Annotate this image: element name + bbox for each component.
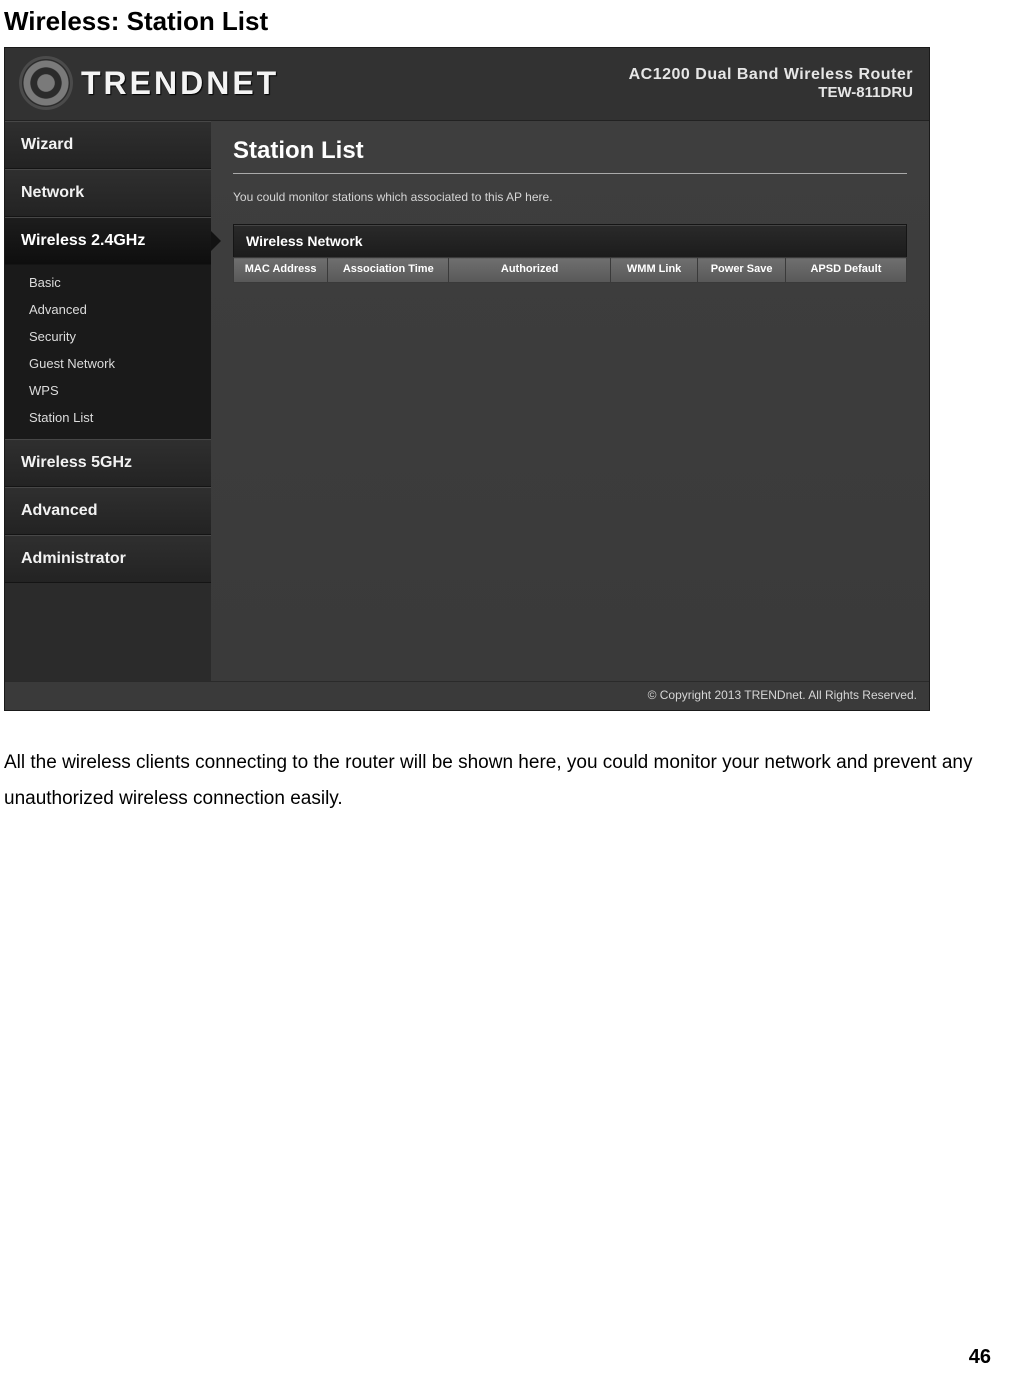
- col-authorized: Authorized: [449, 258, 611, 283]
- subnav-basic[interactable]: Basic: [5, 269, 211, 296]
- main-panel: Station List You could monitor stations …: [211, 121, 929, 681]
- nav-network[interactable]: Network: [5, 169, 211, 217]
- copyright-footer: © Copyright 2013 TRENDnet. All Rights Re…: [5, 681, 929, 710]
- nav-wireless-24[interactable]: Wireless 2.4GHz: [5, 217, 211, 265]
- product-name: AC1200 Dual Band Wireless Router: [629, 66, 913, 84]
- table-header-row: MAC Address Association Time Authorized …: [234, 258, 907, 283]
- page-description: You could monitor stations which associa…: [233, 190, 907, 204]
- table-section-header: Wireless Network: [233, 224, 907, 257]
- col-association-time: Association Time: [328, 258, 449, 283]
- subnav-station-list[interactable]: Station List: [5, 404, 211, 431]
- col-power-save: Power Save: [698, 258, 785, 283]
- divider: [233, 173, 907, 174]
- nav-administrator[interactable]: Administrator: [5, 535, 211, 583]
- router-ui-screenshot: TRENDNET AC1200 Dual Band Wireless Route…: [4, 47, 930, 711]
- nav-wizard[interactable]: Wizard: [5, 121, 211, 169]
- col-apsd-default: APSD Default: [785, 258, 906, 283]
- product-id: AC1200 Dual Band Wireless Router TEW-811…: [629, 66, 913, 101]
- subnav-security[interactable]: Security: [5, 323, 211, 350]
- station-list-table: MAC Address Association Time Authorized …: [233, 257, 907, 283]
- col-wmm-link: WMM Link: [610, 258, 697, 283]
- sidebar: Wizard Network Wireless 2.4GHz Basic Adv…: [5, 121, 211, 681]
- product-model: TEW-811DRU: [629, 84, 913, 101]
- doc-explanation: All the wireless clients connecting to t…: [4, 745, 984, 817]
- col-mac-address: MAC Address: [234, 258, 328, 283]
- subnav-wps[interactable]: WPS: [5, 377, 211, 404]
- doc-section-title: Wireless: Station List: [4, 6, 995, 37]
- subnav-advanced[interactable]: Advanced: [5, 296, 211, 323]
- subnav-wireless-24: Basic Advanced Security Guest Network WP…: [5, 265, 211, 439]
- page-number: 46: [969, 1346, 991, 1369]
- brand-logo: TRENDNET: [19, 56, 279, 110]
- nav-advanced[interactable]: Advanced: [5, 487, 211, 535]
- page-title: Station List: [233, 137, 907, 165]
- swirl-icon: [19, 56, 73, 110]
- nav-wireless-5[interactable]: Wireless 5GHz: [5, 439, 211, 487]
- brand-name: TRENDNET: [81, 65, 279, 102]
- app-header: TRENDNET AC1200 Dual Band Wireless Route…: [5, 48, 929, 121]
- subnav-guest-network[interactable]: Guest Network: [5, 350, 211, 377]
